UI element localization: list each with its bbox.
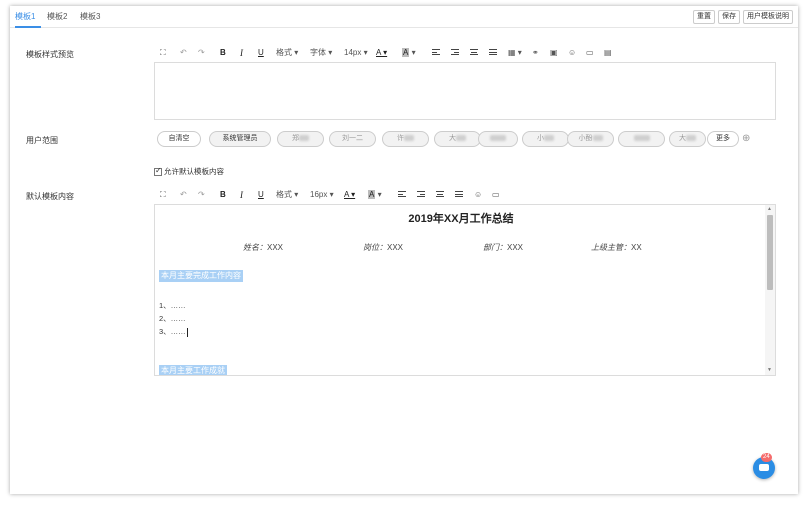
chip-user[interactable]: 大	[669, 131, 706, 147]
underline-icon[interactable]: U	[258, 46, 264, 60]
chip-user[interactable]	[618, 131, 665, 147]
comment-icon[interactable]: ▭	[586, 46, 594, 60]
template-editor-panel: 模板1 模板2 模板3 重置 保存 用户模板说明 模板样式预览 用户范围 默认模…	[10, 6, 798, 494]
allow-default-checkbox[interactable]: 允许默认模板内容	[154, 166, 224, 177]
font-size-dropdown[interactable]: 14px ▾	[344, 46, 368, 60]
chip-user[interactable]: 许	[382, 131, 429, 147]
table-icon[interactable]: ▦ ▾	[508, 46, 522, 60]
editor-scrollbar[interactable]: ▲ ▼	[765, 205, 775, 375]
background-color-icon[interactable]: A ▾	[402, 46, 416, 60]
font-size-dropdown[interactable]: 16px ▾	[310, 188, 334, 202]
list-item: 2、……	[159, 314, 186, 323]
scroll-thumb[interactable]	[767, 215, 773, 290]
font-color-icon[interactable]: A ▾	[344, 188, 355, 202]
section-heading-work-content: 本月主要完成工作内容	[159, 270, 243, 282]
chat-unread-badge: 24	[761, 453, 772, 462]
chip-user[interactable]: 大	[434, 131, 481, 147]
font-color-icon[interactable]: A ▾	[376, 46, 387, 60]
align-center-icon[interactable]	[470, 49, 478, 57]
preview-toolbar: ⛶ ↶ ↷ B I U 格式 ▾ 字体 ▾ 14px ▾ A ▾ A ▾ ▦ ▾…	[160, 46, 780, 60]
fullscreen-icon[interactable]: ⛶	[160, 46, 166, 60]
checkbox-checked-icon[interactable]	[154, 166, 162, 177]
chip-user[interactable]: 小酚	[567, 131, 614, 147]
align-left-icon[interactable]	[398, 191, 406, 199]
save-button[interactable]: 保存	[718, 10, 740, 24]
link-icon[interactable]: ⚭	[532, 46, 539, 60]
field-supervisor: 上级主管：XX	[591, 243, 642, 252]
align-left-icon[interactable]	[432, 49, 440, 57]
section-heading-achievements: 本月主要工作成就	[159, 365, 227, 375]
format-dropdown[interactable]: 格式 ▾	[276, 188, 298, 202]
user-scope-label: 用户范围	[26, 136, 58, 145]
active-tab-indicator	[15, 26, 41, 28]
align-right-icon[interactable]	[417, 191, 425, 199]
field-position: 岗位：XXX	[363, 243, 404, 252]
bold-icon[interactable]: B	[220, 188, 226, 202]
tab-template-3[interactable]: 模板3	[80, 11, 100, 22]
bold-icon[interactable]: B	[220, 46, 226, 60]
user-template-manual-button[interactable]: 用户模板说明	[743, 10, 793, 24]
emoji-icon[interactable]: ☺	[474, 188, 482, 202]
add-user-icon[interactable]: ⊕	[742, 133, 750, 144]
align-justify-icon[interactable]	[489, 49, 497, 57]
more-users-button[interactable]: 更多	[707, 131, 739, 147]
template-preview-area[interactable]	[154, 62, 776, 120]
italic-icon[interactable]: I	[240, 46, 243, 60]
chip-user[interactable]: 小	[522, 131, 569, 147]
redo-icon[interactable]: ↷	[198, 188, 205, 202]
align-center-icon[interactable]	[436, 191, 444, 199]
font-dropdown[interactable]: 字体 ▾	[310, 46, 332, 60]
list-item: 3、……	[159, 327, 188, 337]
align-justify-icon[interactable]	[455, 191, 463, 199]
underline-icon[interactable]: U	[258, 188, 264, 202]
reset-button[interactable]: 重置	[693, 10, 715, 24]
default-content-label: 默认模板内容	[26, 192, 74, 201]
tab-template-2[interactable]: 模板2	[47, 11, 67, 22]
image-icon[interactable]: ▣	[550, 46, 558, 60]
scroll-up-icon[interactable]: ▲	[767, 206, 772, 212]
list-item: 1、……	[159, 301, 186, 310]
doc-title: 2019年XX月工作总结	[408, 213, 514, 225]
format-dropdown[interactable]: 格式 ▾	[276, 46, 298, 60]
chip-user[interactable]: 刘一二	[329, 131, 376, 147]
italic-icon[interactable]: I	[240, 188, 243, 202]
fullscreen-icon[interactable]: ⛶	[160, 188, 166, 202]
chat-icon	[759, 464, 769, 471]
preview-label: 模板样式预览	[26, 50, 74, 59]
chip-user[interactable]: 郑	[277, 131, 324, 147]
text-caret	[186, 327, 188, 337]
chip-clear[interactable]: 自清空	[157, 131, 201, 147]
background-color-icon[interactable]: A ▾	[368, 188, 382, 202]
chip-user[interactable]: 系统管理员	[209, 131, 271, 147]
template-icon[interactable]: ▤	[604, 46, 612, 60]
field-department: 部门：XXX	[483, 243, 524, 252]
emoji-icon[interactable]: ☺	[568, 46, 576, 60]
comment-icon[interactable]: ▭	[492, 188, 500, 202]
field-name: 姓名：XXX	[243, 243, 284, 252]
align-right-icon[interactable]	[451, 49, 459, 57]
undo-icon[interactable]: ↶	[180, 46, 187, 60]
undo-icon[interactable]: ↶	[180, 188, 187, 202]
scroll-down-icon[interactable]: ▼	[767, 367, 772, 373]
template-tabs: 模板1 模板2 模板3 重置 保存 用户模板说明	[10, 6, 798, 28]
default-content-editor[interactable]: 2019年XX月工作总结 姓名：XXX 岗位：XXX 部门：XXX 上级主管：X…	[154, 204, 776, 376]
content-toolbar: ⛶ ↶ ↷ B I U 格式 ▾ 16px ▾ A ▾ A ▾ ☺ ▭	[160, 188, 780, 202]
tab-template-1[interactable]: 模板1	[15, 11, 35, 22]
redo-icon[interactable]: ↷	[198, 46, 205, 60]
chip-user[interactable]	[478, 131, 518, 147]
